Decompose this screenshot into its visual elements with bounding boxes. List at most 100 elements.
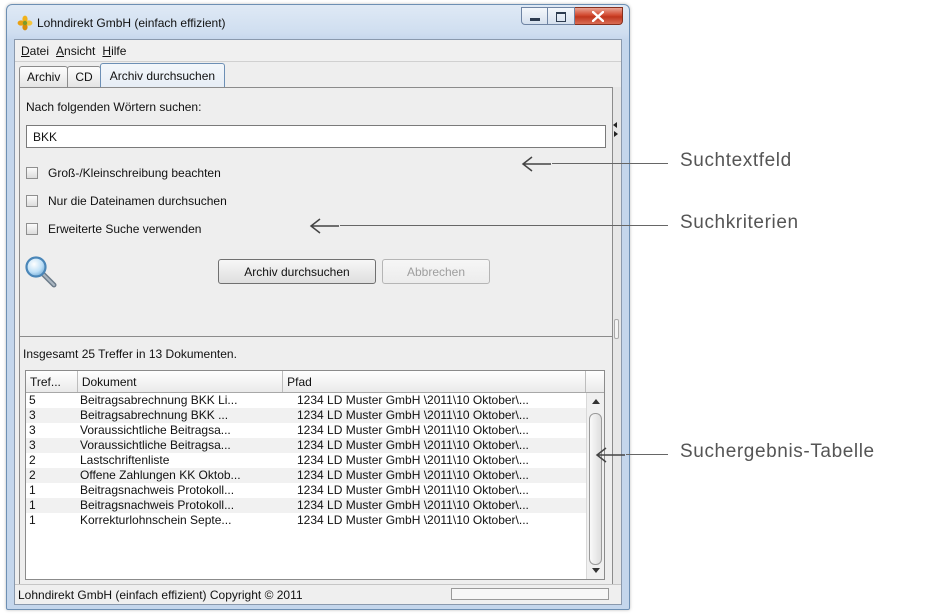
cell-document: Beitragsnachweis Protokoll...: [80, 498, 235, 512]
cell-document: Korrekturlohnschein Septe...: [80, 513, 232, 527]
search-panel: Nach folgenden Wörtern suchen: Groß-/Kle…: [19, 87, 613, 337]
splitter-grip[interactable]: [614, 319, 619, 339]
table-row[interactable]: 3 Voraussichtliche Beitragsa... 1234 LD Mu…: [26, 423, 588, 438]
cell-hits: 3: [29, 408, 36, 422]
cell-path: 1234 LD Muster GmbH \2011\10 Oktober\...: [297, 438, 529, 452]
tab-archiv-durchsuchen[interactable]: Archiv durchsuchen: [99, 63, 226, 87]
cell-hits: 3: [29, 438, 36, 452]
menu-mnemonic: A: [56, 43, 65, 58]
option-label: Nur die Dateinamen durchsuchen: [48, 194, 227, 208]
table-row[interactable]: 1 Korrekturlohnschein Septe... 1234 LD Mus…: [26, 513, 588, 528]
cell-path: 1234 LD Muster GmbH \2011\10 Oktober\...: [297, 498, 529, 512]
column-header-path[interactable]: Pfad: [283, 371, 587, 392]
title-bar[interactable]: Lohndirekt GmbH (einfach effizient): [7, 5, 629, 39]
magnifier-icon: [25, 256, 57, 288]
search-label: Nach folgenden Wörtern suchen:: [26, 100, 202, 114]
callout-line-search-field: [552, 163, 668, 164]
tab-cd[interactable]: CD: [67, 66, 101, 87]
column-header-document[interactable]: Dokument: [78, 371, 284, 392]
menu-bar: Datei Ansicht Hilfe: [15, 40, 621, 62]
table-row[interactable]: 3 Voraussichtliche Beitragsa... 1234 LD Mu…: [26, 438, 588, 453]
callout-search-field: Suchtextfeld: [680, 150, 792, 171]
cell-hits: 2: [29, 468, 36, 482]
cell-hits: 1: [29, 483, 36, 497]
menu-mnemonic: D: [21, 43, 30, 58]
status-progress: [451, 588, 609, 600]
status-bar: Lohndirekt GmbH (einfach effizient) Copy…: [15, 584, 621, 604]
maximize-icon: [556, 12, 566, 22]
callout-arrow-search-field: [521, 156, 551, 172]
scroll-up-icon[interactable]: [592, 399, 600, 404]
collapse-right-icon[interactable]: [614, 131, 618, 137]
checkbox[interactable]: [26, 223, 38, 235]
table-row[interactable]: 1 Beitragsnachweis Protokoll... 1234 LD Mu…: [26, 483, 588, 498]
cell-path: 1234 LD Muster GmbH \2011\10 Oktober\...: [297, 483, 529, 497]
tab-bar: Archiv CD Archiv durchsuchen: [19, 63, 226, 87]
cell-path: 1234 LD Muster GmbH \2011\10 Oktober\...: [297, 408, 529, 422]
cell-document: Beitragsabrechnung BKK Li...: [80, 393, 238, 407]
results-summary: Insgesamt 25 Treffer in 13 Dokumenten.: [23, 347, 237, 361]
table-row[interactable]: 1 Beitragsnachweis Protokoll... 1234 LD Mu…: [26, 498, 588, 513]
results-panel: Insgesamt 25 Treffer in 13 Dokumenten. T…: [19, 337, 613, 586]
cell-document: Lastschriftenliste: [80, 453, 170, 467]
cell-path: 1234 LD Muster GmbH \2011\10 Oktober\...: [297, 393, 529, 407]
table-row[interactable]: 3 Beitragsabrechnung BKK ... 1234 LD Muste…: [26, 408, 588, 423]
cell-path: 1234 LD Muster GmbH \2011\10 Oktober\...: [297, 513, 529, 527]
cell-path: 1234 LD Muster GmbH \2011\10 Oktober\...: [297, 423, 529, 437]
option-label: Erweiterte Suche verwenden: [48, 222, 202, 236]
option-case-sensitive[interactable]: Groß-/Kleinschreibung beachten: [26, 166, 221, 180]
minimize-button[interactable]: [521, 7, 548, 25]
menu-label: ilfe: [111, 43, 127, 58]
caption-buttons: [521, 7, 623, 27]
cell-path: 1234 LD Muster GmbH \2011\10 Oktober\...: [297, 468, 529, 482]
cell-hits: 5: [29, 393, 36, 407]
checkbox[interactable]: [26, 195, 38, 207]
app-window: Lohndirekt GmbH (einfach effizient) Date…: [6, 4, 630, 610]
cell-document: Offene Zahlungen KK Oktob...: [80, 468, 241, 482]
close-button[interactable]: [575, 7, 623, 25]
cancel-button[interactable]: Abbrechen: [382, 259, 490, 284]
table-row[interactable]: 5 Beitragsabrechnung BKK Li... 1234 LD Mus…: [26, 393, 588, 408]
minimize-icon: [530, 18, 540, 21]
status-text: Lohndirekt GmbH (einfach effizient) Copy…: [18, 588, 303, 602]
callout-criteria: Suchkriterien: [680, 212, 799, 233]
cell-document: Beitragsabrechnung BKK ...: [80, 408, 229, 422]
client-area: Datei Ansicht Hilfe Archiv CD Archiv dur…: [14, 39, 622, 605]
cell-hits: 1: [29, 498, 36, 512]
cell-path: 1234 LD Muster GmbH \2011\10 Oktober\...: [297, 453, 529, 467]
search-archive-button[interactable]: Archiv durchsuchen: [218, 259, 376, 284]
cell-hits: 2: [29, 453, 36, 467]
search-input[interactable]: [26, 125, 606, 148]
table-scrollbar[interactable]: [586, 393, 604, 579]
menu-label: atei: [29, 43, 50, 58]
flower-icon: [17, 15, 33, 31]
window-title: Lohndirekt GmbH (einfach effizient): [37, 16, 226, 30]
cell-hits: 3: [29, 423, 36, 437]
table-header: Tref... Dokument Pfad: [26, 371, 604, 393]
maximize-button[interactable]: [548, 7, 575, 25]
option-filenames-only[interactable]: Nur die Dateinamen durchsuchen: [26, 194, 227, 208]
checkbox[interactable]: [26, 167, 38, 179]
option-advanced-search[interactable]: Erweiterte Suche verwenden: [26, 222, 201, 236]
cell-document: Voraussichtliche Beitragsa...: [80, 438, 231, 452]
table-row[interactable]: 2 Offene Zahlungen KK Oktob... 1234 LD Mus…: [26, 468, 588, 483]
column-header-hits[interactable]: Tref...: [26, 371, 78, 392]
cell-document: Voraussichtliche Beitragsa...: [80, 423, 231, 437]
menu-hilfe[interactable]: Hilfe: [102, 44, 126, 58]
results-table: Tref... Dokument Pfad 5 Beitragsabrechnun…: [25, 370, 605, 580]
tab-archiv[interactable]: Archiv: [19, 66, 69, 87]
menu-ansicht[interactable]: Ansicht: [56, 44, 95, 58]
scroll-down-icon[interactable]: [592, 568, 600, 573]
cell-document: Beitragsnachweis Protokoll...: [80, 483, 235, 497]
table-row[interactable]: 2 Lastschriftenliste 1234 LD Muster GmbH \…: [26, 453, 588, 468]
cell-hits: 1: [29, 513, 36, 527]
callout-arrow-criteria: [309, 218, 339, 234]
scroll-thumb[interactable]: [589, 413, 602, 565]
callout-line-results: [626, 454, 668, 455]
collapse-left-icon[interactable]: [613, 122, 617, 128]
table-body: 5 Beitragsabrechnung BKK Li... 1234 LD Mus…: [26, 393, 588, 528]
callout-arrow-results: [595, 447, 625, 463]
menu-label: nsicht: [64, 43, 96, 58]
close-icon: [592, 11, 604, 22]
menu-datei[interactable]: Datei: [21, 44, 49, 58]
